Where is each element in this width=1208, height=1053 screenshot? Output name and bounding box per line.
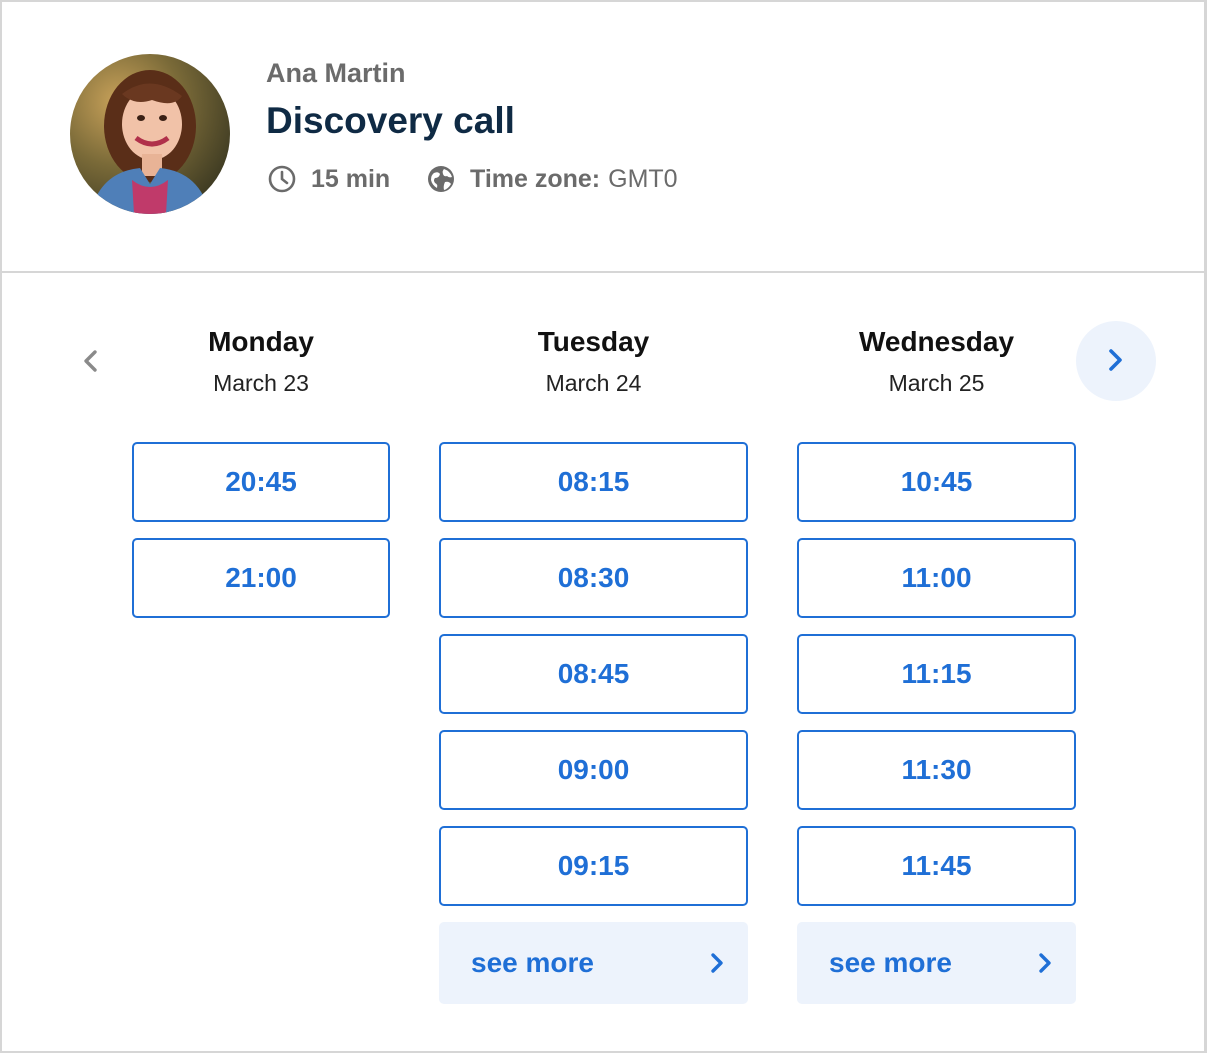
duration-text: 15 min (311, 164, 391, 193)
booking-widget: Ana Martin Discovery call 15 min Time zo… (0, 0, 1207, 1053)
see-more-button-wednesday[interactable]: see more (797, 922, 1076, 1004)
time-slot-button[interactable]: 11:15 (797, 634, 1076, 714)
day-header-tuesday: Tuesday March 24 (439, 322, 748, 398)
next-days-button[interactable] (1076, 321, 1156, 401)
event-header: Ana Martin Discovery call 15 min Time zo… (2, 2, 1204, 273)
day-header-wednesday: Wednesday March 25 (797, 322, 1076, 398)
time-slot-button[interactable]: 21:00 (132, 538, 390, 618)
slot-list-monday: 20:45 21:00 (132, 442, 390, 634)
day-name: Tuesday (537, 326, 650, 357)
globe-icon (428, 166, 454, 192)
time-slot-button[interactable]: 08:15 (439, 442, 748, 522)
day-date: March 24 (545, 370, 642, 396)
see-more-label: see more (829, 947, 952, 978)
see-more-button-tuesday[interactable]: see more (439, 922, 748, 1004)
day-date: March 23 (213, 370, 309, 396)
chevron-left-icon (84, 350, 97, 372)
time-slot-button[interactable]: 10:45 (797, 442, 1076, 522)
day-name: Monday (208, 326, 314, 357)
day-header-monday: Monday March 23 (132, 322, 390, 398)
host-name: Ana Martin (266, 58, 406, 88)
avatar (70, 54, 230, 214)
timezone-label: Time zone: (470, 164, 601, 193)
event-duration: 15 min (267, 162, 390, 196)
see-more-label: see more (471, 947, 594, 978)
time-slot-button[interactable]: 11:00 (797, 538, 1076, 618)
time-slot-button[interactable]: 08:45 (439, 634, 748, 714)
time-slot-button[interactable]: 09:15 (439, 826, 748, 906)
event-timezone: Time zone: GMT0 (426, 162, 678, 196)
time-slot-button[interactable]: 09:00 (439, 730, 748, 810)
day-date: March 25 (888, 370, 985, 396)
time-slot-button[interactable]: 20:45 (132, 442, 390, 522)
chevron-right-icon (1039, 953, 1051, 973)
time-slot-button[interactable]: 11:45 (797, 826, 1076, 906)
time-slot-button[interactable]: 08:30 (439, 538, 748, 618)
time-slot-button[interactable]: 11:30 (797, 730, 1076, 810)
chevron-right-icon (711, 953, 723, 973)
day-name: Wednesday (858, 326, 1015, 357)
timezone-value: GMT0 (608, 164, 678, 193)
event-title: Discovery call (266, 100, 515, 141)
previous-days-button[interactable] (74, 344, 108, 378)
chevron-right-icon (1109, 349, 1122, 371)
slot-list-tuesday: 08:15 08:30 08:45 09:00 09:15 see more (439, 442, 748, 1004)
slot-list-wednesday: 10:45 11:00 11:15 11:30 11:45 see more (797, 442, 1076, 1004)
clock-icon (268, 165, 296, 193)
